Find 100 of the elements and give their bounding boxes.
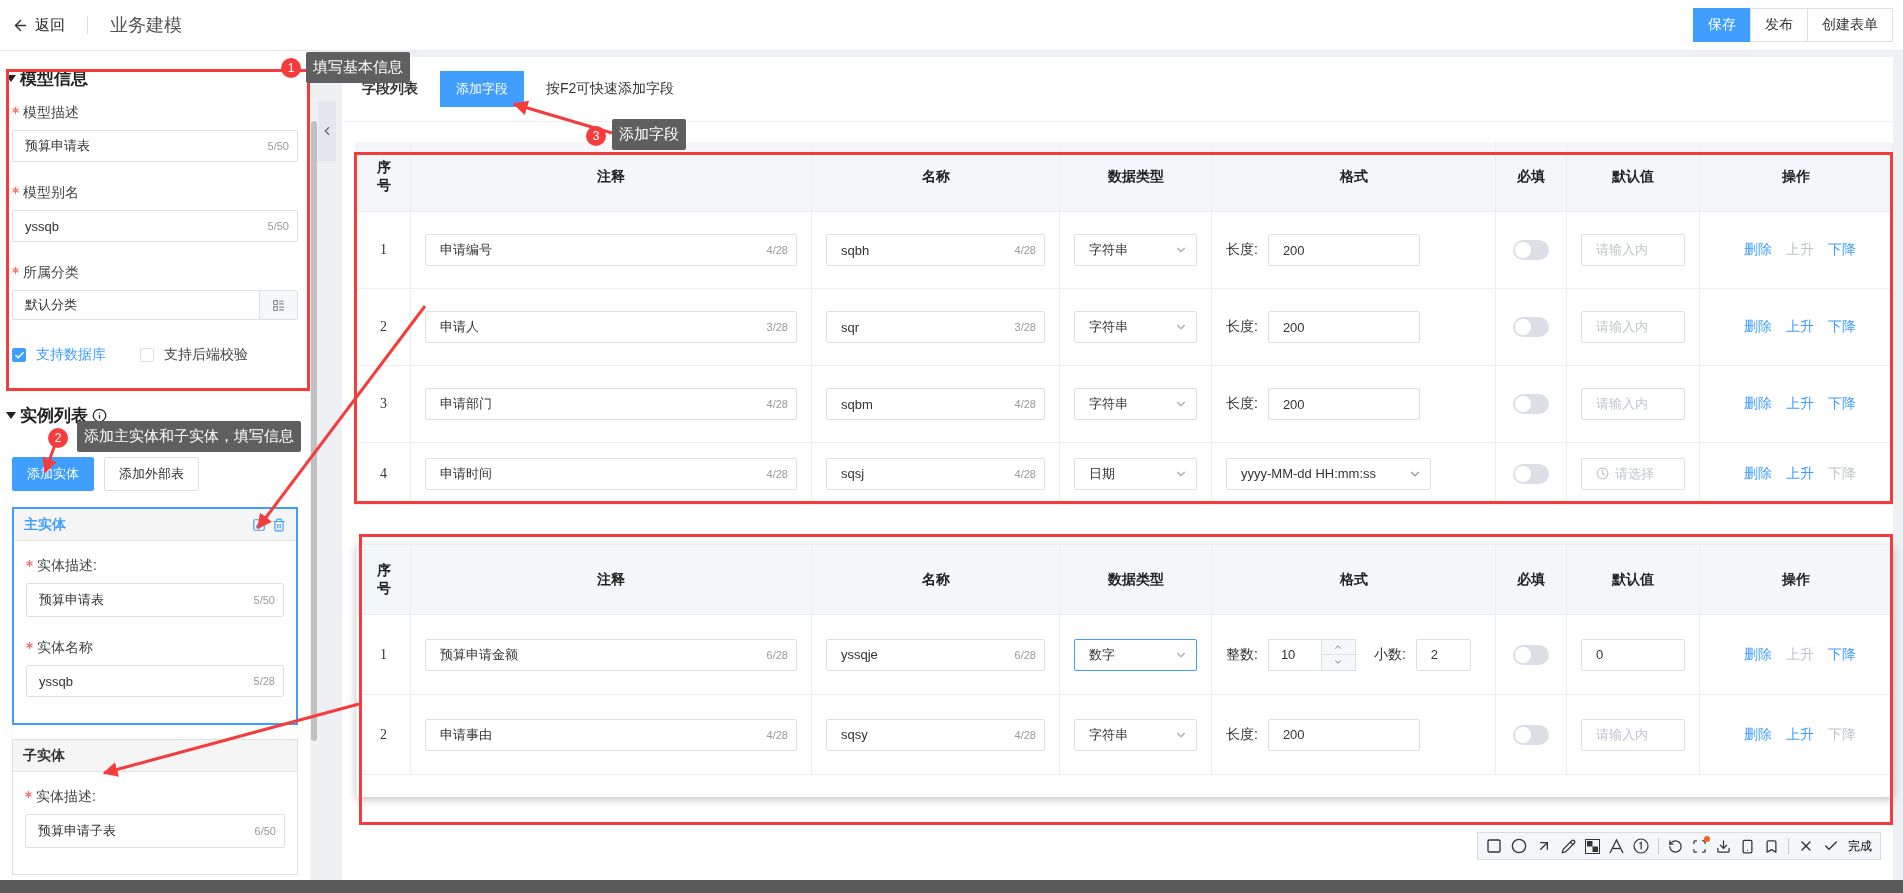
add-button[interactable]: 添加外部表 [104,457,199,491]
type-select[interactable]: 字符串 [1074,388,1197,420]
column-header: 序号 [357,545,411,615]
caret-icon[interactable] [6,411,16,420]
decimal-label: 小数: [1373,645,1406,664]
input-field[interactable]: yssqb 5/50 [12,210,298,242]
name-field[interactable]: yssqje 6/28 [826,638,1045,671]
column-header: 注释 [411,142,812,212]
name-field[interactable]: sqr 3/28 [826,311,1045,343]
default-field[interactable]: 0 [1581,638,1685,671]
name-field[interactable]: sqsj 4/28 [826,457,1045,490]
integer-stepper[interactable]: 10 [1267,638,1356,671]
column-header: 名称 [812,545,1060,615]
download-icon[interactable] [1716,838,1731,854]
required-toggle[interactable] [1513,724,1549,745]
checkbox-label: 支持数据库 [36,346,106,364]
mosaic-icon[interactable] [1585,838,1600,854]
comment-field[interactable]: 预算申请金额 6/28 [425,638,797,671]
list-icon[interactable] [272,298,285,312]
field-label: 实体名称 [37,639,93,657]
input-field[interactable]: yssqb 5/28 [26,665,284,697]
info-icon[interactable] [92,408,107,423]
edit-icon[interactable] [252,517,266,532]
comment-field[interactable]: 申请编号 4/28 [425,234,797,266]
entity-card[interactable]: 主实体 实体描述: 预算申请表 5/50 实体名称 yssqb 5/28 [12,507,298,725]
field-label: 所属分类 [23,264,79,282]
row-number: 1 [379,242,388,258]
entity-card[interactable]: 子实体 实体描述: 预算申请子表 6/50 [12,739,298,875]
length-label: 长度: [1226,725,1258,744]
scan-icon[interactable] [1692,838,1707,854]
field-label: 实体描述: [37,557,97,575]
name-field[interactable]: sqbm 4/28 [826,388,1045,420]
type-select[interactable]: 字符串 [1074,311,1197,343]
field-label: 模型描述 [23,104,79,122]
column-header: 默认值 [1567,545,1700,615]
number-marker-icon[interactable] [1633,838,1649,854]
type-select[interactable]: 日期 [1074,457,1197,490]
field-label: 模型别名 [23,184,79,202]
entity-title: 主实体 [24,515,67,534]
step-badge: 2 [48,428,68,448]
length-label: 长度: [1226,241,1258,259]
entity-title: 子实体 [23,746,66,765]
comment-field[interactable]: 申请部门 4/28 [425,388,797,420]
column-header: 注释 [411,545,812,615]
column-header: 数据类型 [1060,545,1212,615]
name-field[interactable]: sqbh 4/28 [826,234,1045,266]
comment-field[interactable]: 申请人 3/28 [425,311,797,343]
annotation-tooltip: 添加字段 [612,119,686,150]
length-field[interactable]: 200 [1267,718,1420,751]
header-button[interactable]: 发布 [1750,8,1808,42]
required-toggle[interactable] [1513,644,1549,665]
annotation-tooltip: 添加主实体和子实体，填写信息 [77,421,301,452]
input-field[interactable]: 预算申请表 5/50 [12,130,298,162]
column-header: 序号 [357,142,411,212]
trash-icon[interactable] [272,517,286,532]
column-header: 格式 [1212,545,1496,615]
phone-icon[interactable] [1740,838,1755,854]
length-field[interactable]: 200 [1267,311,1420,343]
length-label: 长度: [1226,318,1258,336]
column-header: 必填 [1496,142,1567,212]
column-header: 格式 [1212,142,1496,212]
category-field[interactable]: 默认分类 [12,290,298,320]
required-toggle[interactable] [1513,463,1549,484]
comment-field[interactable]: 申请事由 4/28 [425,718,797,751]
row-number: 4 [379,465,388,482]
required-toggle[interactable] [1513,240,1549,260]
caret-icon[interactable] [6,74,16,83]
checkbox[interactable] [12,348,26,362]
annotation-tooltip: 填写基本信息 [306,52,410,83]
integer-label: 整数: [1226,645,1258,664]
comment-field[interactable]: 申请时间 4/28 [425,457,797,490]
textarea-field[interactable]: 预算申请子表 6/50 [25,814,285,848]
page-title: 业务建模 [110,14,182,37]
length-field[interactable]: 200 [1267,234,1420,266]
row-number: 2 [379,726,388,743]
rectangle-tool-icon[interactable] [1486,838,1502,854]
step-badge: 1 [281,58,301,78]
bookmark-icon[interactable] [1764,838,1779,854]
column-header: 操作 [1700,142,1893,212]
back-link[interactable]: 返回 [35,15,65,35]
required-toggle[interactable] [1513,317,1549,337]
type-select[interactable]: 字符串 [1074,234,1197,266]
name-field[interactable]: sqsy 4/28 [826,718,1045,751]
text-tool-icon[interactable] [1609,838,1624,854]
length-field[interactable]: 200 [1267,388,1420,420]
textarea-field[interactable]: 预算申请表 5/50 [26,583,284,617]
type-select[interactable]: 数字 [1074,638,1197,671]
required-toggle[interactable] [1513,394,1549,414]
row-number: 3 [379,396,388,412]
column-header: 必填 [1496,545,1567,615]
header-button[interactable]: 创建表单 [1807,8,1893,42]
undo-icon[interactable] [1668,838,1683,854]
column-header: 名称 [812,142,1060,212]
done-button[interactable]: 完成 [1848,837,1872,855]
collapse-handle[interactable] [318,101,336,161]
circle-tool-icon[interactable] [1511,838,1527,854]
decimal-field[interactable]: 2 [1415,638,1471,671]
format-select[interactable]: yyyy-MM-dd HH:mm:ss [1226,457,1431,490]
type-select[interactable]: 字符串 [1074,718,1197,751]
pencil-icon[interactable] [1561,838,1576,854]
